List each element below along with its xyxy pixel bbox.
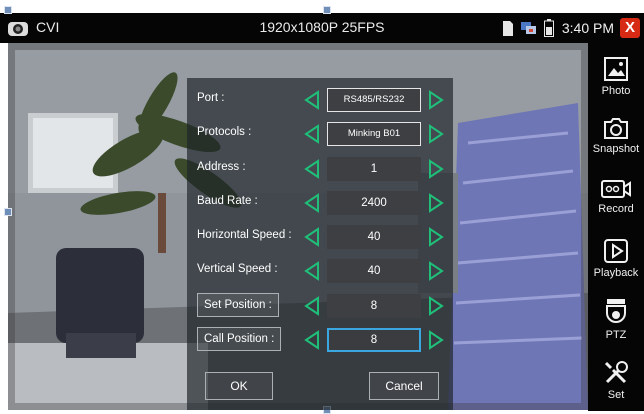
arrow-left-icon[interactable]	[303, 90, 321, 110]
setting-row-baud-rate: Baud Rate : 2400	[187, 191, 453, 215]
arrow-left-icon[interactable]	[303, 296, 321, 316]
setting-row-horizontal-speed: Horizontal Speed : 40	[187, 225, 453, 249]
setting-row-vertical-speed: Vertical Speed : 40	[187, 259, 453, 283]
arrow-right-icon[interactable]	[427, 90, 445, 110]
clock: 3:40 PM	[561, 20, 614, 36]
tools-icon	[604, 361, 628, 384]
set-position-button[interactable]: Set Position :	[197, 293, 279, 317]
arrow-left-icon[interactable]	[303, 330, 321, 350]
setting-value-baud-rate[interactable]: 2400	[327, 191, 421, 215]
right-sidebar: Photo Snapshot Record Playback PTZ Set	[588, 43, 644, 411]
sidebar-item-snapshot[interactable]: Snapshot	[588, 115, 644, 155]
setting-label: Protocols :	[197, 126, 252, 138]
sidebar-label-photo: Photo	[601, 85, 631, 97]
ptz-settings-dialog: Port : RS485/RS232 Protocols : Minking B…	[187, 78, 453, 410]
battery-icon	[543, 19, 554, 37]
setting-row-address: Address : 1	[187, 157, 453, 181]
arrow-left-icon[interactable]	[303, 159, 321, 179]
resize-handle-top[interactable]	[323, 6, 331, 14]
arrow-left-icon[interactable]	[303, 124, 321, 144]
setting-label: Port :	[197, 92, 225, 104]
setting-row-protocols: Protocols : Minking B01	[187, 122, 453, 146]
sidebar-item-record[interactable]: Record	[588, 177, 644, 215]
sd-card-icon	[502, 20, 513, 36]
sidebar-item-photo[interactable]: Photo	[588, 55, 644, 97]
setting-value-protocols[interactable]: Minking B01	[327, 122, 421, 146]
dome-camera-icon	[606, 299, 626, 323]
setting-row-port: Port : RS485/RS232	[187, 88, 453, 112]
setting-label: Vertical Speed :	[197, 263, 278, 275]
arrow-right-icon[interactable]	[427, 261, 445, 281]
camera-icon	[604, 118, 628, 139]
arrow-left-icon[interactable]	[303, 261, 321, 281]
close-icon: X	[624, 19, 635, 36]
photo-icon	[604, 57, 628, 81]
arrow-right-icon[interactable]	[427, 124, 445, 144]
sidebar-item-ptz[interactable]: PTZ	[588, 297, 644, 341]
setting-value-vertical-speed[interactable]: 40	[327, 259, 421, 283]
sidebar-item-set[interactable]: Set	[588, 359, 644, 401]
sidebar-label-snapshot: Snapshot	[592, 143, 640, 155]
cancel-button[interactable]: Cancel	[369, 372, 439, 400]
status-icons: 3:40 PM X	[502, 17, 640, 39]
resize-handle-left[interactable]	[4, 208, 12, 216]
sidebar-label-ptz: PTZ	[605, 329, 627, 341]
top-status-bar: CVI 1920x1080P 25FPS 3:40 PM X	[0, 13, 644, 43]
call-position-button[interactable]: Call Position :	[197, 327, 282, 351]
arrow-right-icon[interactable]	[427, 193, 445, 213]
setting-value-set-position[interactable]: 8	[327, 294, 421, 318]
arrow-right-icon[interactable]	[427, 296, 445, 316]
arrow-left-icon[interactable]	[303, 227, 321, 247]
arrow-right-icon[interactable]	[427, 227, 445, 247]
setting-row-set-position: Set Position : 8	[187, 293, 453, 318]
setting-label: Baud Rate :	[197, 195, 258, 207]
sidebar-label-playback: Playback	[593, 267, 639, 279]
close-button[interactable]: X	[620, 18, 640, 38]
setting-value-address[interactable]: 1	[327, 157, 421, 181]
arrow-right-icon[interactable]	[427, 330, 445, 350]
setting-value-call-position[interactable]: 8	[327, 328, 421, 352]
resize-handle-top-left[interactable]	[4, 6, 12, 14]
play-icon	[604, 239, 628, 263]
setting-value-port[interactable]: RS485/RS232	[327, 88, 421, 112]
video-camera-icon	[601, 180, 631, 198]
sidebar-item-playback[interactable]: Playback	[588, 237, 644, 279]
sidebar-label-record: Record	[598, 203, 634, 215]
setting-row-call-position: Call Position : 8	[187, 327, 453, 352]
setting-label: Horizontal Speed :	[197, 229, 292, 241]
setting-value-horizontal-speed[interactable]: 40	[327, 225, 421, 249]
ok-button[interactable]: OK	[205, 372, 273, 400]
arrow-right-icon[interactable]	[427, 159, 445, 179]
sidebar-label-set: Set	[607, 389, 625, 401]
setting-label: Address :	[197, 161, 246, 173]
network-icon	[520, 22, 536, 34]
arrow-left-icon[interactable]	[303, 193, 321, 213]
